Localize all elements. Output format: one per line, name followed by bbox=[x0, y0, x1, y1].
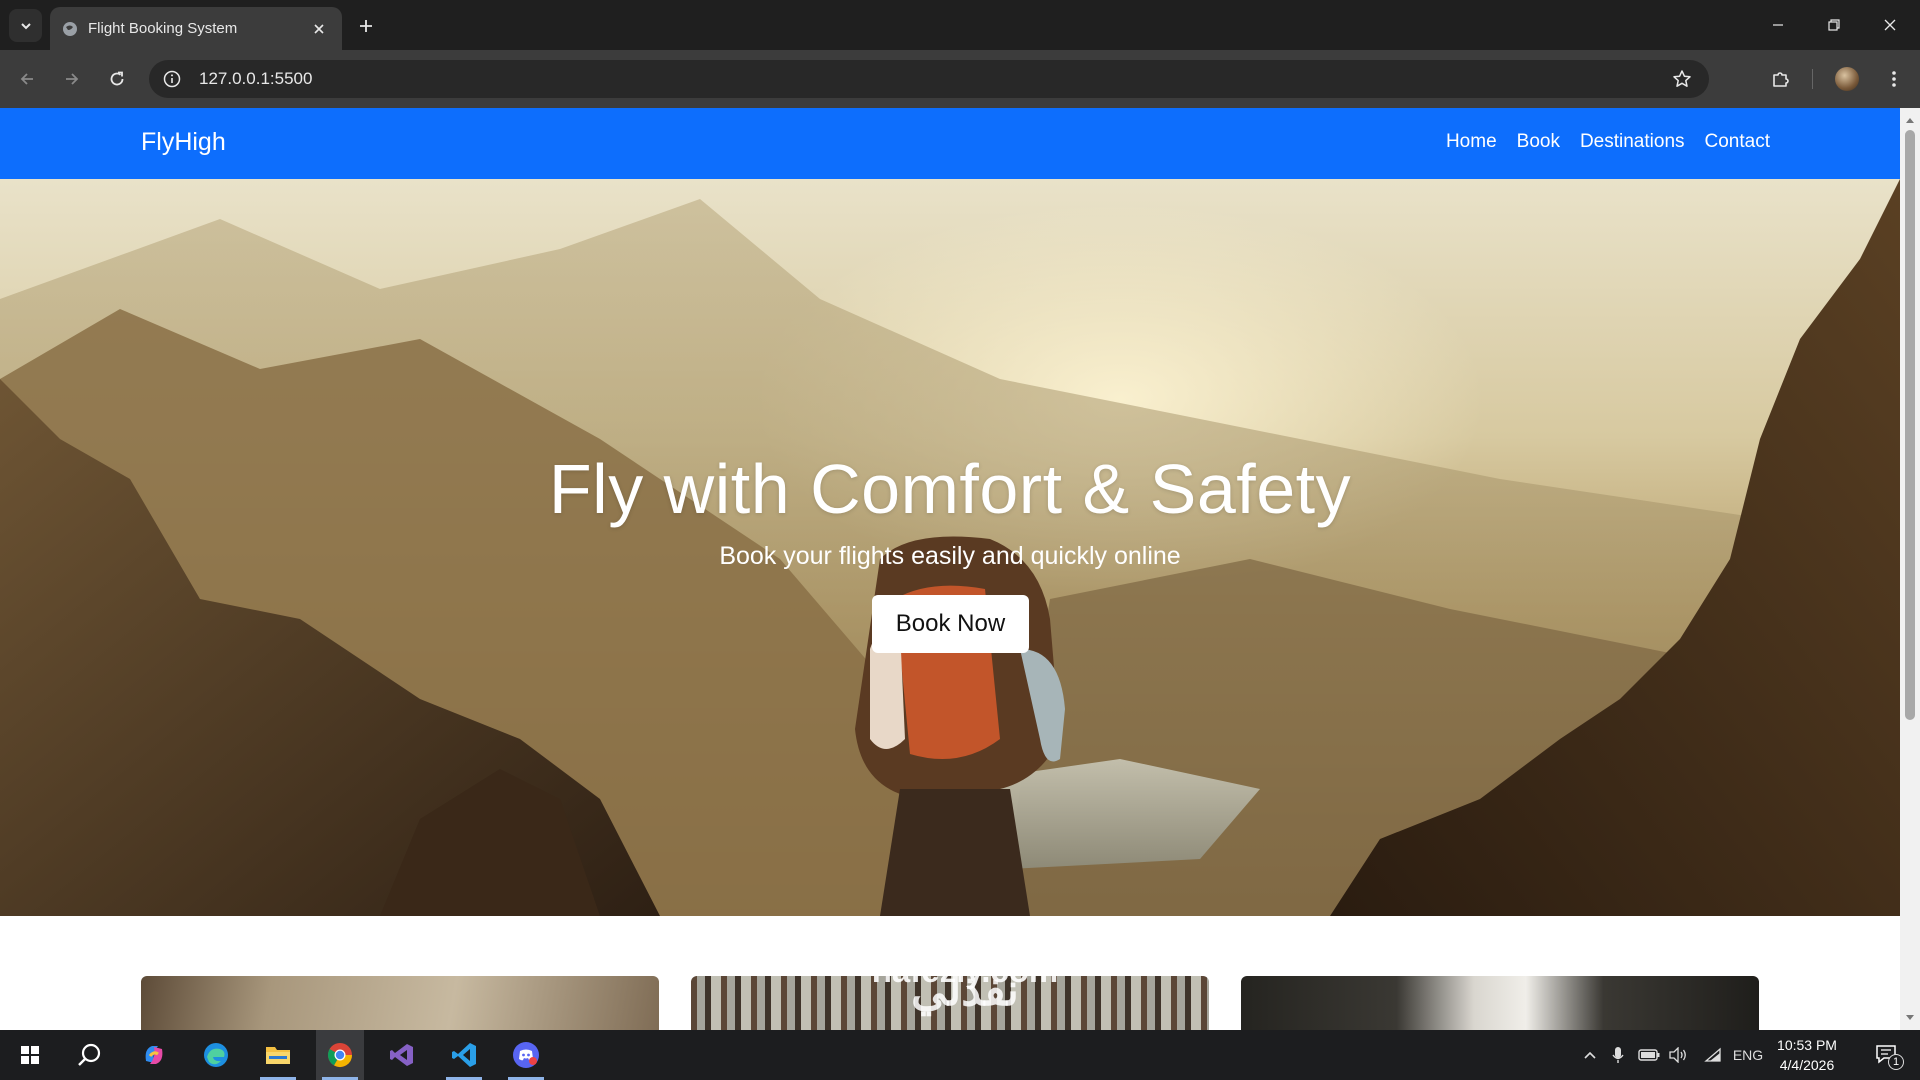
tab-title: Flight Booking System bbox=[88, 20, 238, 37]
browser-menu-button[interactable] bbox=[1878, 63, 1910, 95]
caret-down-icon bbox=[1906, 1015, 1914, 1020]
browser-toolbar: 127.0.0.1:5500 bbox=[0, 50, 1920, 108]
notification-badge: 1 bbox=[1888, 1054, 1904, 1070]
restore-icon bbox=[1828, 19, 1840, 31]
forward-button[interactable] bbox=[56, 63, 88, 95]
card-image-1[interactable] bbox=[141, 976, 659, 1030]
profile-button[interactable] bbox=[1831, 63, 1863, 95]
clock-time: 10:53 PM bbox=[1777, 1037, 1837, 1053]
page-scrollbar[interactable] bbox=[1900, 108, 1920, 1030]
globe-icon bbox=[63, 21, 77, 36]
start-button[interactable] bbox=[6, 1030, 54, 1080]
taskbar-discord[interactable] bbox=[502, 1030, 550, 1080]
tray-network[interactable] bbox=[1700, 1030, 1726, 1080]
page-viewport: FlyHigh Home Book Destinations Contact F… bbox=[0, 108, 1900, 1030]
clock-date: 4/4/2026 bbox=[1779, 1057, 1835, 1073]
taskbar-visual-studio[interactable] bbox=[378, 1030, 426, 1080]
taskbar-clock[interactable]: 10:53 PM 4/4/2026 bbox=[1752, 1035, 1862, 1075]
volume-icon bbox=[1669, 1047, 1686, 1063]
hero-subtitle: Book your flights easily and quickly onl… bbox=[719, 542, 1181, 570]
reload-button[interactable] bbox=[101, 63, 133, 95]
minimize-button[interactable] bbox=[1750, 0, 1806, 50]
close-icon bbox=[314, 23, 324, 34]
edge-icon bbox=[204, 1043, 228, 1067]
wifi-icon bbox=[1704, 1047, 1721, 1062]
book-now-button[interactable]: Book Now bbox=[872, 595, 1029, 653]
site-navbar: FlyHigh Home Book Destinations Contact bbox=[0, 108, 1900, 179]
taskbar-chrome[interactable] bbox=[316, 1030, 364, 1080]
tab-close-button[interactable] bbox=[308, 18, 330, 40]
scroll-up-arrow[interactable] bbox=[1904, 114, 1916, 126]
chrome-icon bbox=[327, 1043, 352, 1068]
visual-studio-icon bbox=[390, 1044, 413, 1066]
card-image-3[interactable] bbox=[1241, 976, 1759, 1030]
new-tab-button[interactable] bbox=[352, 12, 380, 40]
reload-icon bbox=[110, 71, 124, 86]
site-info-button[interactable] bbox=[155, 62, 189, 96]
nav-link-destinations[interactable]: Destinations bbox=[1580, 131, 1685, 153]
scroll-down-arrow[interactable] bbox=[1904, 1012, 1916, 1024]
search-icon bbox=[78, 1043, 101, 1066]
search-button[interactable] bbox=[66, 1030, 114, 1080]
discord-icon bbox=[513, 1042, 539, 1068]
nav-links: Home Book Destinations Contact bbox=[1446, 131, 1770, 153]
taskbar-copilot[interactable] bbox=[130, 1030, 178, 1080]
back-button[interactable] bbox=[11, 63, 43, 95]
kebab-menu-icon bbox=[1892, 71, 1896, 87]
toolbar-separator bbox=[1812, 69, 1813, 89]
star-icon bbox=[1673, 70, 1691, 87]
plus-icon bbox=[360, 20, 372, 32]
browser-tab-active[interactable]: Flight Booking System bbox=[50, 7, 342, 50]
caret-up-icon bbox=[1906, 118, 1914, 123]
nav-link-home[interactable]: Home bbox=[1446, 131, 1497, 153]
notification-center-button[interactable]: 1 bbox=[1866, 1030, 1910, 1080]
nav-link-contact[interactable]: Contact bbox=[1705, 131, 1770, 153]
address-bar[interactable]: 127.0.0.1:5500 bbox=[149, 60, 1709, 98]
bookmark-button[interactable] bbox=[1667, 64, 1697, 94]
puzzle-icon bbox=[1773, 72, 1789, 87]
close-icon bbox=[1884, 19, 1896, 31]
tray-microphone[interactable] bbox=[1606, 1030, 1630, 1080]
tray-volume[interactable] bbox=[1665, 1030, 1691, 1080]
minimize-icon bbox=[1773, 24, 1783, 26]
info-icon bbox=[163, 70, 181, 88]
vscode-icon bbox=[452, 1043, 476, 1067]
nav-link-book[interactable]: Book bbox=[1517, 131, 1560, 153]
copilot-icon bbox=[145, 1046, 163, 1064]
browser-tab-strip: Flight Booking System bbox=[0, 0, 1920, 50]
taskbar-file-explorer[interactable] bbox=[254, 1030, 302, 1080]
taskbar-vscode[interactable] bbox=[440, 1030, 488, 1080]
tab-search-button[interactable] bbox=[9, 9, 42, 42]
hero-section: Fly with Comfort & Safety Book your flig… bbox=[0, 179, 1900, 916]
arrow-left-icon bbox=[20, 73, 33, 85]
chevron-up-icon bbox=[1584, 1051, 1596, 1059]
hero-content: Fly with Comfort & Safety Book your flig… bbox=[0, 179, 1900, 916]
restore-button[interactable] bbox=[1806, 0, 1862, 50]
chevron-down-icon bbox=[20, 22, 31, 29]
arrow-right-icon bbox=[66, 73, 79, 85]
tray-overflow-button[interactable] bbox=[1578, 1030, 1602, 1080]
url-text: 127.0.0.1:5500 bbox=[199, 69, 313, 88]
brand-logo[interactable]: FlyHigh bbox=[141, 128, 226, 157]
taskbar-edge[interactable] bbox=[192, 1030, 240, 1080]
watermark-arabic-wrap: نفذلي bbox=[845, 966, 1085, 1016]
folder-icon bbox=[266, 1047, 290, 1064]
battery-icon bbox=[1638, 1049, 1660, 1061]
hero-title: Fly with Comfort & Safety bbox=[548, 450, 1352, 528]
scrollbar-thumb[interactable] bbox=[1905, 130, 1915, 720]
microphone-icon bbox=[1612, 1047, 1624, 1063]
extensions-button[interactable] bbox=[1765, 63, 1797, 95]
tray-battery[interactable] bbox=[1636, 1030, 1662, 1080]
watermark-arabic: نفذلي bbox=[911, 966, 1019, 1015]
windows-taskbar: ENG 10:53 PM 4/4/2026 1 bbox=[0, 1030, 1920, 1080]
avatar bbox=[1835, 67, 1859, 91]
windows-logo-icon bbox=[21, 1046, 39, 1064]
window-close-button[interactable] bbox=[1862, 0, 1918, 50]
